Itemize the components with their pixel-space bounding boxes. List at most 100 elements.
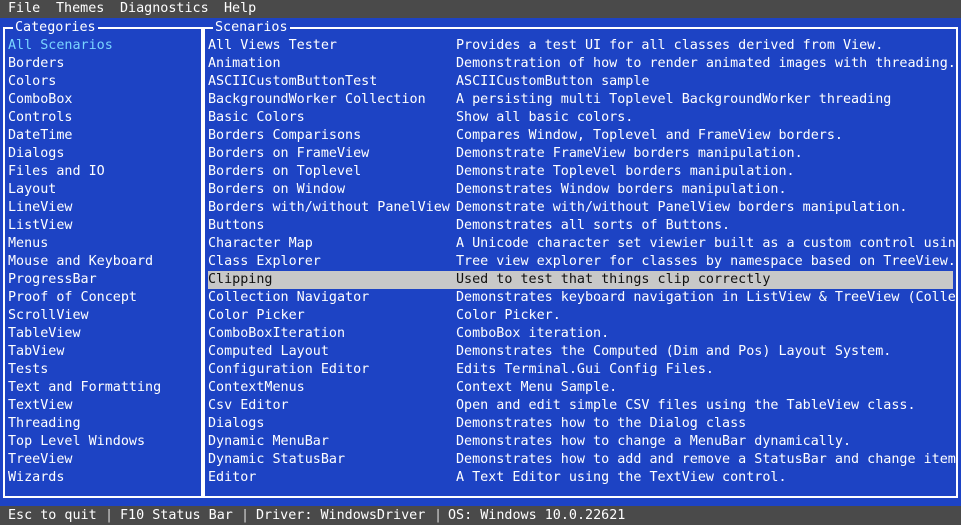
scenario-description: Demonstrates how to change a MenuBar dyn… bbox=[456, 434, 852, 449]
scenario-row[interactable]: Computed Layout Demonstrates the Computed… bbox=[208, 343, 953, 361]
scenario-name: Dialogs bbox=[208, 416, 265, 431]
category-item[interactable]: Borders bbox=[8, 55, 198, 73]
scenario-description: Demonstrate Toplevel borders manipulatio… bbox=[456, 164, 795, 179]
scenario-name: Borders Comparisons bbox=[208, 128, 362, 143]
scenario-row[interactable]: Borders on Toplevel Demonstrate Toplevel … bbox=[208, 163, 953, 181]
scenario-description: Demonstrate FrameView borders manipulati… bbox=[456, 146, 803, 161]
scenario-description: Provides a test UI for all classes deriv… bbox=[456, 38, 884, 53]
scenario-description: Demonstrates all sorts of Buttons. bbox=[456, 218, 731, 233]
category-item[interactable]: LineView bbox=[8, 199, 198, 217]
scenarios-list[interactable]: All Views Tester Provides a test UI for a… bbox=[208, 37, 956, 487]
scenario-row[interactable]: Color Picker Color Picker. bbox=[208, 307, 953, 325]
category-item[interactable]: Wizards bbox=[8, 469, 198, 487]
scenario-name: ASCIICustomButtonTest bbox=[208, 74, 378, 89]
scenario-description: ComboBox iteration. bbox=[456, 326, 610, 341]
scenario-row[interactable]: Clipping Used to test that things clip co… bbox=[208, 271, 953, 289]
scenario-description: Demonstrates how to add and remove a Sta… bbox=[456, 452, 956, 467]
scenario-row[interactable]: Csv Editor Open and edit simple CSV files… bbox=[208, 397, 953, 415]
status-bar: Esc to quit | F10 Status Bar | Driver: W… bbox=[0, 506, 961, 525]
scenario-description: Compares Window, Toplevel and FrameView … bbox=[456, 128, 843, 143]
scenario-description: Demonstrate with/without PanelView borde… bbox=[456, 200, 908, 215]
category-item[interactable]: Layout bbox=[8, 181, 198, 199]
scenario-row[interactable]: ASCIICustomButtonTest ASCIICustomButton s… bbox=[208, 73, 953, 91]
scenario-row[interactable]: Collection Navigator Demonstrates keyboar… bbox=[208, 289, 956, 307]
scenario-row[interactable]: Animation Demonstration of how to render … bbox=[208, 55, 956, 73]
scenario-description: Demonstrates Window borders manipulation… bbox=[456, 182, 787, 197]
category-item[interactable]: Controls bbox=[8, 109, 198, 127]
scenario-name: ContextMenus bbox=[208, 380, 305, 395]
category-item[interactable]: Top Level Windows bbox=[8, 433, 198, 451]
category-item[interactable]: Mouse and Keyboard bbox=[8, 253, 198, 271]
category-item[interactable]: DateTime bbox=[8, 127, 198, 145]
category-item[interactable]: Proof of Concept bbox=[8, 289, 198, 307]
scenario-description: Used to test that things clip correctly bbox=[456, 272, 771, 287]
scenario-row[interactable]: ComboBoxIteration ComboBox iteration. bbox=[208, 325, 953, 343]
menu-themes[interactable]: Themes bbox=[56, 0, 104, 18]
scenario-name: Configuration Editor bbox=[208, 362, 370, 377]
scenario-name: Borders on Toplevel bbox=[208, 164, 362, 179]
status-driver: Driver: WindowsDriver bbox=[256, 508, 426, 523]
scenario-row[interactable]: All Views Tester Provides a test UI for a… bbox=[208, 37, 953, 55]
scenario-description: Demonstration of how to render animated … bbox=[456, 56, 956, 71]
scenario-row[interactable]: Character Map A Unicode character set vie… bbox=[208, 235, 956, 253]
scenario-name: Clipping bbox=[208, 272, 273, 287]
category-item[interactable]: All Scenarios bbox=[8, 37, 198, 55]
status-esc-quit[interactable]: Esc to quit bbox=[8, 506, 97, 525]
menu-file[interactable]: File bbox=[8, 0, 40, 18]
category-item[interactable]: TextView bbox=[8, 397, 198, 415]
scenario-description: Context Menu Sample. bbox=[456, 380, 618, 395]
scenario-description: Open and edit simple CSV files using the… bbox=[456, 398, 916, 413]
category-item[interactable]: ComboBox bbox=[8, 91, 198, 109]
scenario-name: Editor bbox=[208, 470, 257, 485]
scenario-row[interactable]: Editor A Text Editor using the TextView c… bbox=[208, 469, 953, 487]
category-item[interactable]: ListView bbox=[8, 217, 198, 235]
scenario-description: ASCIICustomButton sample bbox=[456, 74, 650, 89]
scenario-description: Demonstrates the Computed (Dim and Pos) … bbox=[456, 344, 892, 359]
scenario-name: Class Explorer bbox=[208, 254, 321, 269]
category-item[interactable]: Colors bbox=[8, 73, 198, 91]
scenario-row[interactable]: Borders on Window Demonstrates Window bor… bbox=[208, 181, 953, 199]
status-separator: | bbox=[434, 508, 443, 523]
scenario-description: Tree view explorer for classes by namesp… bbox=[456, 254, 956, 269]
category-item[interactable]: ProgressBar bbox=[8, 271, 198, 289]
category-item[interactable]: Files and IO bbox=[8, 163, 198, 181]
scenario-row[interactable]: Dialogs Demonstrates how to the Dialog cl… bbox=[208, 415, 953, 433]
category-item[interactable]: Text and Formatting bbox=[8, 379, 198, 397]
scenario-name: BackgroundWorker Collection bbox=[208, 92, 426, 107]
category-item[interactable]: TabView bbox=[8, 343, 198, 361]
scenario-row[interactable]: Class Explorer Tree view explorer for cla… bbox=[208, 253, 956, 271]
categories-list[interactable]: All Scenarios Borders Colors ComboBox Contro… bbox=[8, 37, 198, 487]
menu-diagnostics[interactable]: Diagnostics bbox=[120, 0, 209, 18]
category-item[interactable]: Dialogs bbox=[8, 145, 198, 163]
scenario-name: Borders with/without PanelView bbox=[208, 200, 450, 215]
scenario-row[interactable]: ContextMenus Context Menu Sample. bbox=[208, 379, 953, 397]
status-f10-statusbar[interactable]: F10 Status Bar bbox=[120, 506, 233, 525]
category-item[interactable]: TreeView bbox=[8, 451, 198, 469]
menu-bar: File Themes Diagnostics Help bbox=[0, 0, 961, 18]
scenario-row[interactable]: Configuration Editor Edits Terminal.Gui C… bbox=[208, 361, 953, 379]
scenario-row[interactable]: Basic Colors Show all basic colors. bbox=[208, 109, 953, 127]
scenario-row[interactable]: Borders with/without PanelView Demonstrat… bbox=[208, 199, 953, 217]
category-item[interactable]: Threading bbox=[8, 415, 198, 433]
scenario-name: All Views Tester bbox=[208, 38, 337, 53]
scenario-description: Demonstrates how to the Dialog class bbox=[456, 416, 747, 431]
category-item[interactable]: Menus bbox=[8, 235, 198, 253]
scenario-row[interactable]: Dynamic MenuBar Demonstrates how to chang… bbox=[208, 433, 953, 451]
category-item[interactable]: TableView bbox=[8, 325, 198, 343]
scenario-row[interactable]: Buttons Demonstrates all sorts of Buttons… bbox=[208, 217, 953, 235]
status-separator: | bbox=[241, 508, 250, 523]
scenario-name: Computed Layout bbox=[208, 344, 329, 359]
scenario-description: A Unicode character set viewier built as… bbox=[456, 236, 956, 251]
scenario-name: ComboBoxIteration bbox=[208, 326, 346, 341]
category-item[interactable]: Tests bbox=[8, 361, 198, 379]
menu-help[interactable]: Help bbox=[224, 0, 256, 18]
scenario-name: Dynamic StatusBar bbox=[208, 452, 346, 467]
scenario-row[interactable]: Borders on FrameView Demonstrate FrameVie… bbox=[208, 145, 953, 163]
scenario-row[interactable]: Dynamic StatusBar Demonstrates how to add… bbox=[208, 451, 956, 469]
scenario-name: Borders on Window bbox=[208, 182, 346, 197]
scenario-row[interactable]: Borders Comparisons Compares Window, Topl… bbox=[208, 127, 953, 145]
scenario-row[interactable]: BackgroundWorker Collection A persisting … bbox=[208, 91, 953, 109]
category-item[interactable]: ScrollView bbox=[8, 307, 198, 325]
scenario-name: Animation bbox=[208, 56, 281, 71]
scenario-description: Demonstrates keyboard navigation in List… bbox=[456, 290, 956, 305]
